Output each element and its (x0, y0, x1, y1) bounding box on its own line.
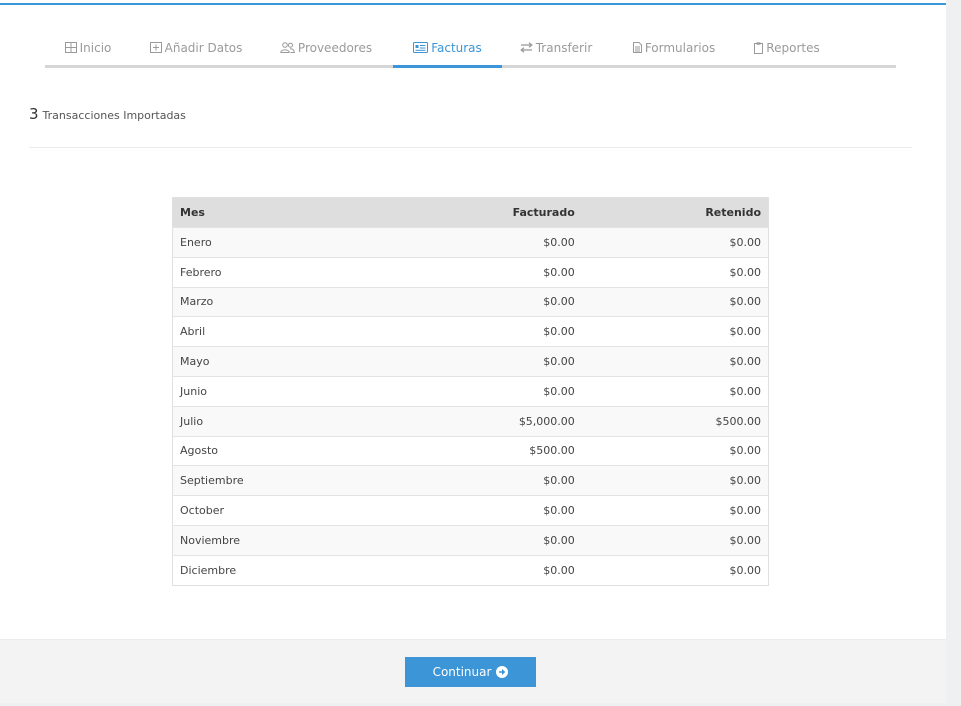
billed-cell: $0.00 (382, 227, 582, 258)
table-row: Diciembre $0.00 $0.00 (172, 554, 769, 586)
withheld-cell: $0.00 (581, 435, 769, 466)
file-icon (632, 42, 642, 54)
table-icon (64, 42, 77, 54)
billed-cell: $0.00 (382, 495, 582, 526)
tab-label: Añadir Datos (164, 40, 243, 55)
transaction-count: 3 (29, 105, 39, 123)
withheld-cell: $500.00 (581, 405, 769, 437)
tab-anadir-datos[interactable]: Añadir Datos (149, 30, 242, 65)
table-row: Febrero $0.00 $0.00 (172, 256, 769, 288)
billed-cell: $0.00 (382, 256, 582, 288)
main-card: Inicio Añadir Datos Proveedores Facturas… (0, 0, 946, 703)
continue-button-label: Continuar (432, 665, 492, 679)
billed-cell: $0.00 (382, 465, 582, 496)
transaction-count-label: Transacciones Importadas (42, 109, 186, 122)
table-header-row: Mes Facturado Retenido (172, 197, 769, 228)
month-cell: Mayo (172, 346, 383, 377)
column-header-mes: Mes (172, 197, 383, 228)
table-row: Noviembre $0.00 $0.00 (172, 524, 769, 556)
tab-proveedores[interactable]: Proveedores (280, 30, 373, 65)
table-row: Mayo $0.00 $0.00 (172, 346, 769, 377)
tab-inicio[interactable]: Inicio (64, 30, 112, 65)
billed-cell: $500.00 (382, 435, 582, 466)
month-cell: Abril (172, 316, 383, 347)
table-row: Junio $0.00 $0.00 (172, 375, 769, 407)
withheld-cell: $0.00 (581, 256, 769, 288)
id-card-icon (413, 42, 429, 54)
month-cell: Septiembre (172, 465, 383, 496)
withheld-cell: $0.00 (581, 227, 769, 258)
tab-formularios[interactable]: Formularios (632, 30, 716, 65)
column-header-facturado: Facturado (382, 197, 582, 228)
exchange-icon (519, 42, 533, 54)
billed-cell: $0.00 (382, 375, 582, 407)
withheld-cell: $0.00 (581, 495, 769, 526)
billed-cell: $0.00 (382, 524, 582, 556)
month-cell: Junio (172, 375, 383, 407)
withheld-cell: $0.00 (581, 524, 769, 556)
divider (29, 147, 912, 148)
billed-cell: $0.00 (382, 554, 582, 586)
tab-bar: Inicio Añadir Datos Proveedores Facturas… (45, 30, 896, 68)
billed-cell: $0.00 (382, 286, 582, 317)
tab-label: Reportes (766, 40, 820, 55)
withheld-cell: $0.00 (581, 346, 769, 377)
tab-label: Inicio (79, 40, 112, 55)
continue-button[interactable]: Continuar (405, 657, 536, 687)
table-row: Julio $5,000.00 $500.00 (172, 405, 769, 437)
month-cell: Enero (172, 227, 383, 258)
top-accent-bar (0, 3, 946, 5)
month-cell: Agosto (172, 435, 383, 466)
table-row: October $0.00 $0.00 (172, 495, 769, 526)
month-cell: Diciembre (172, 554, 383, 586)
withheld-cell: $0.00 (581, 554, 769, 586)
billed-cell: $0.00 (382, 316, 582, 347)
month-cell: Febrero (172, 256, 383, 288)
withheld-cell: $0.00 (581, 465, 769, 496)
column-header-retenido: Retenido (581, 197, 769, 228)
tab-facturas[interactable]: Facturas (393, 30, 502, 68)
tab-label: Transferir (535, 40, 593, 55)
table-row: Enero $0.00 $0.00 (172, 227, 769, 258)
tab-label: Proveedores (297, 40, 373, 55)
table-row: Septiembre $0.00 $0.00 (172, 465, 769, 496)
footer-bar: Continuar (0, 639, 946, 703)
table-row: Abril $0.00 $0.00 (172, 316, 769, 347)
month-cell: October (172, 495, 383, 526)
billed-cell: $0.00 (382, 346, 582, 377)
tab-label: Facturas (431, 40, 482, 55)
month-cell: Marzo (172, 286, 383, 317)
plus-square-icon (149, 42, 162, 54)
monthly-totals-table: Mes Facturado Retenido Enero $0.00 $0.00 F… (172, 197, 769, 586)
import-summary: 3 Transacciones Importadas (29, 105, 186, 125)
tab-reportes[interactable]: Reportes (754, 30, 820, 65)
table-row: Marzo $0.00 $0.00 (172, 286, 769, 317)
billed-cell: $5,000.00 (382, 405, 582, 437)
month-cell: Julio (172, 405, 383, 437)
clipboard-icon (754, 41, 764, 54)
table-row: Agosto $500.00 $0.00 (172, 435, 769, 466)
withheld-cell: $0.00 (581, 286, 769, 317)
tab-label: Formularios (644, 40, 716, 55)
users-icon (280, 42, 295, 54)
month-cell: Noviembre (172, 524, 383, 556)
withheld-cell: $0.00 (581, 316, 769, 347)
withheld-cell: $0.00 (581, 375, 769, 407)
arrow-circle-right-icon (495, 666, 508, 679)
tab-transferir[interactable]: Transferir (519, 30, 593, 65)
